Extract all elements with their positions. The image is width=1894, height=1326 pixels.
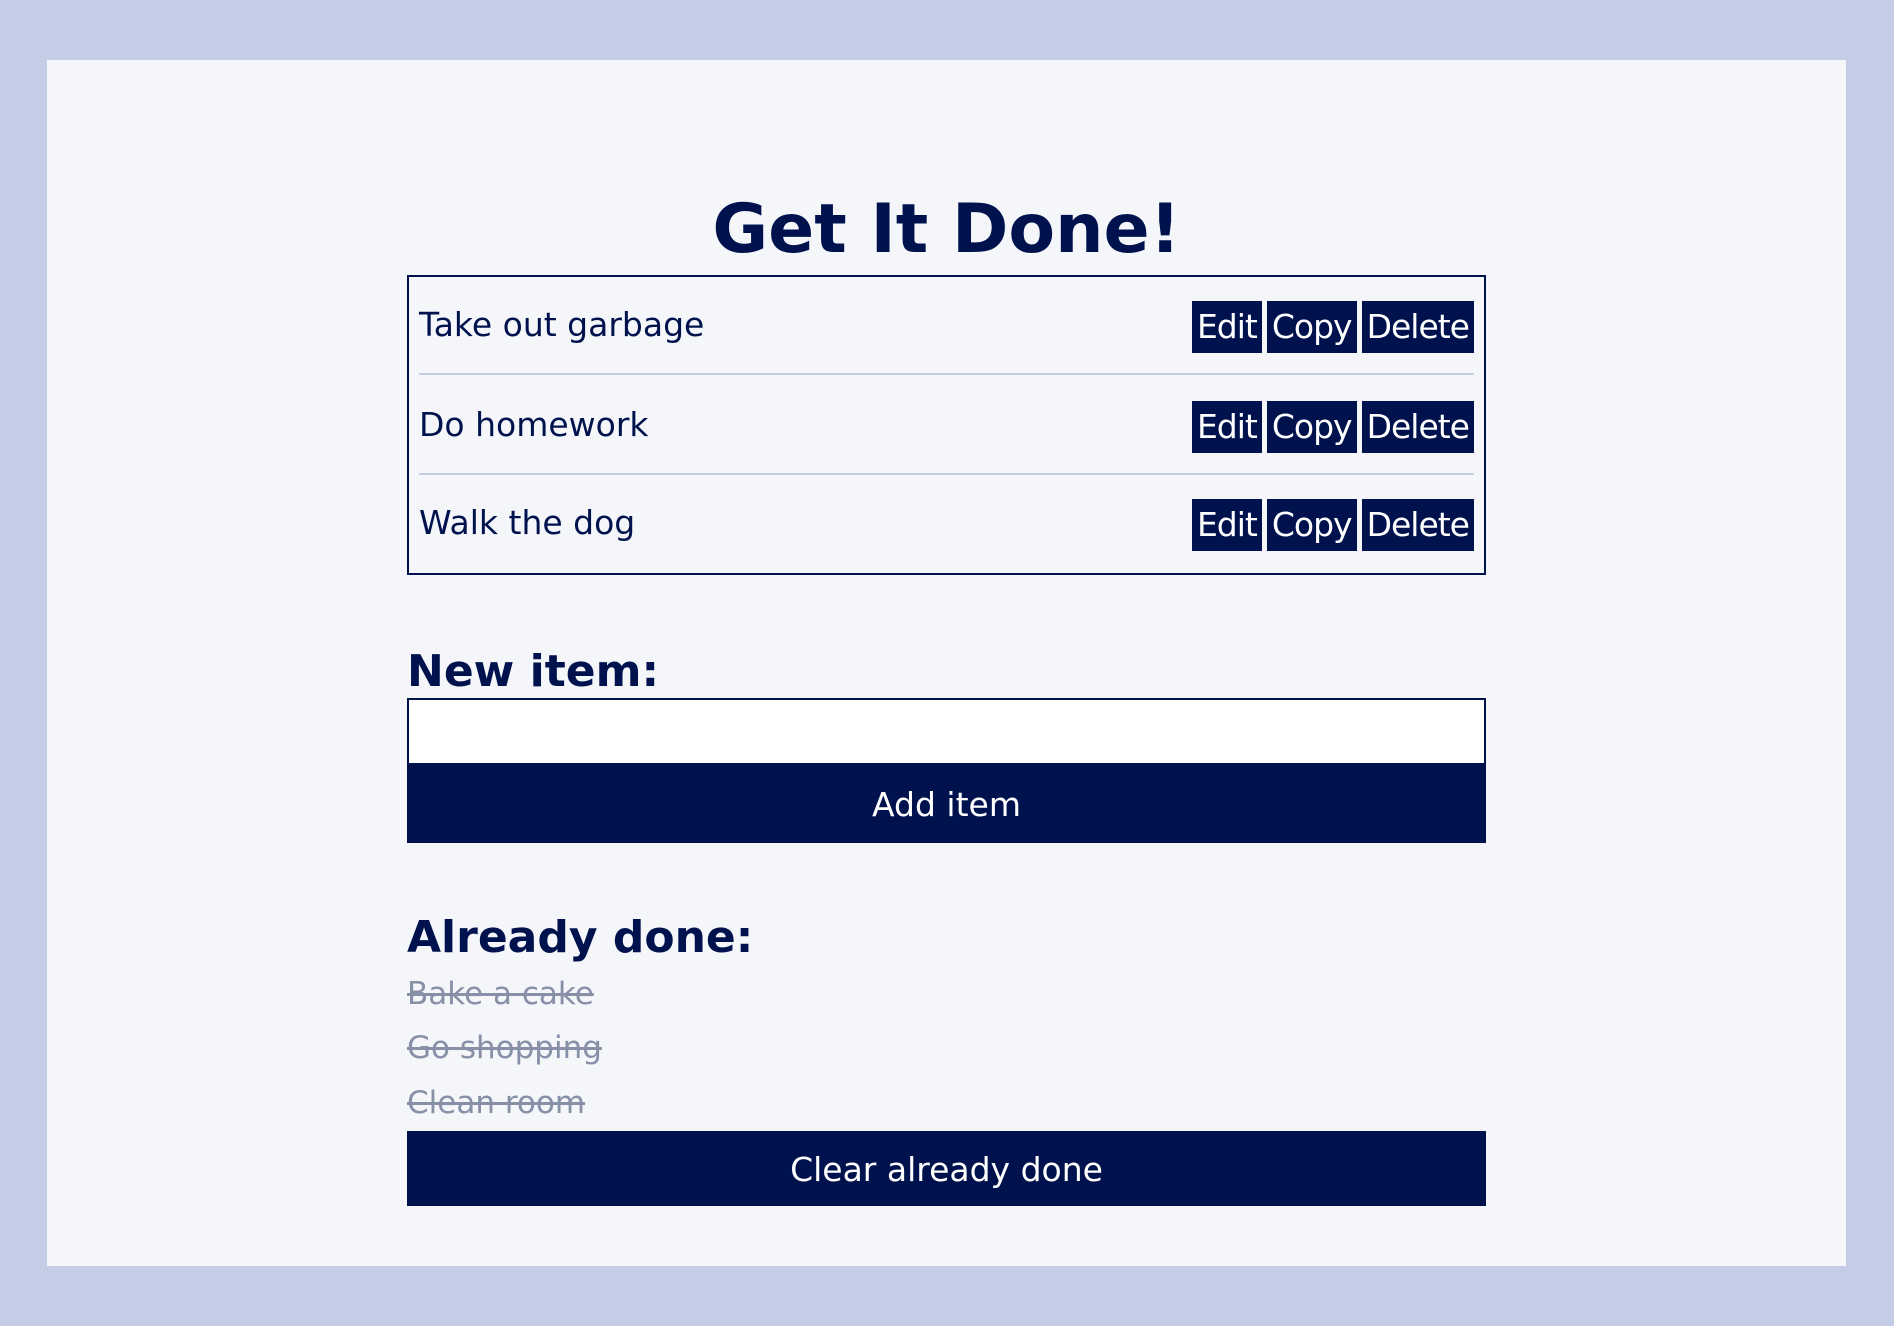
todo-list: Take out garbage Edit Copy Delete Do hom… <box>407 275 1486 575</box>
edit-button[interactable]: Edit <box>1191 401 1262 453</box>
todo-item-label: Do homework <box>419 405 649 444</box>
todo-item-label: Walk the dog <box>419 503 636 542</box>
copy-button[interactable]: Copy <box>1266 301 1357 353</box>
todo-item-actions: Edit Copy Delete <box>1191 401 1474 453</box>
row-divider <box>419 373 1474 375</box>
page-title: Get It Done! <box>712 190 1181 269</box>
edit-button[interactable]: Edit <box>1191 499 1262 551</box>
todo-item-actions: Edit Copy Delete <box>1191 301 1474 353</box>
done-item: Bake a cake <box>407 976 594 1012</box>
todo-item-label: Take out garbage <box>419 305 705 344</box>
copy-button[interactable]: Copy <box>1266 499 1357 551</box>
todo-item-actions: Edit Copy Delete <box>1191 499 1474 551</box>
todo-item: Walk the dog Edit Copy Delete <box>419 475 1474 573</box>
todo-item: Take out garbage Edit Copy Delete <box>419 277 1474 375</box>
done-item: Go shopping <box>407 1030 602 1066</box>
edit-button[interactable]: Edit <box>1191 301 1262 353</box>
delete-button[interactable]: Delete <box>1361 401 1474 453</box>
already-done-heading: Already done: <box>407 912 754 963</box>
new-item-heading: New item: <box>407 646 660 697</box>
delete-button[interactable]: Delete <box>1361 499 1474 551</box>
copy-button[interactable]: Copy <box>1266 401 1357 453</box>
delete-button[interactable]: Delete <box>1361 301 1474 353</box>
new-item-input[interactable] <box>407 698 1486 765</box>
add-item-button[interactable]: Add item <box>407 765 1486 843</box>
app-card: Get It Done! <box>47 60 1846 1266</box>
done-item: Clean room <box>407 1085 586 1121</box>
clear-already-done-button[interactable]: Clear already done <box>407 1131 1486 1206</box>
todo-item: Do homework Edit Copy Delete <box>419 377 1474 475</box>
